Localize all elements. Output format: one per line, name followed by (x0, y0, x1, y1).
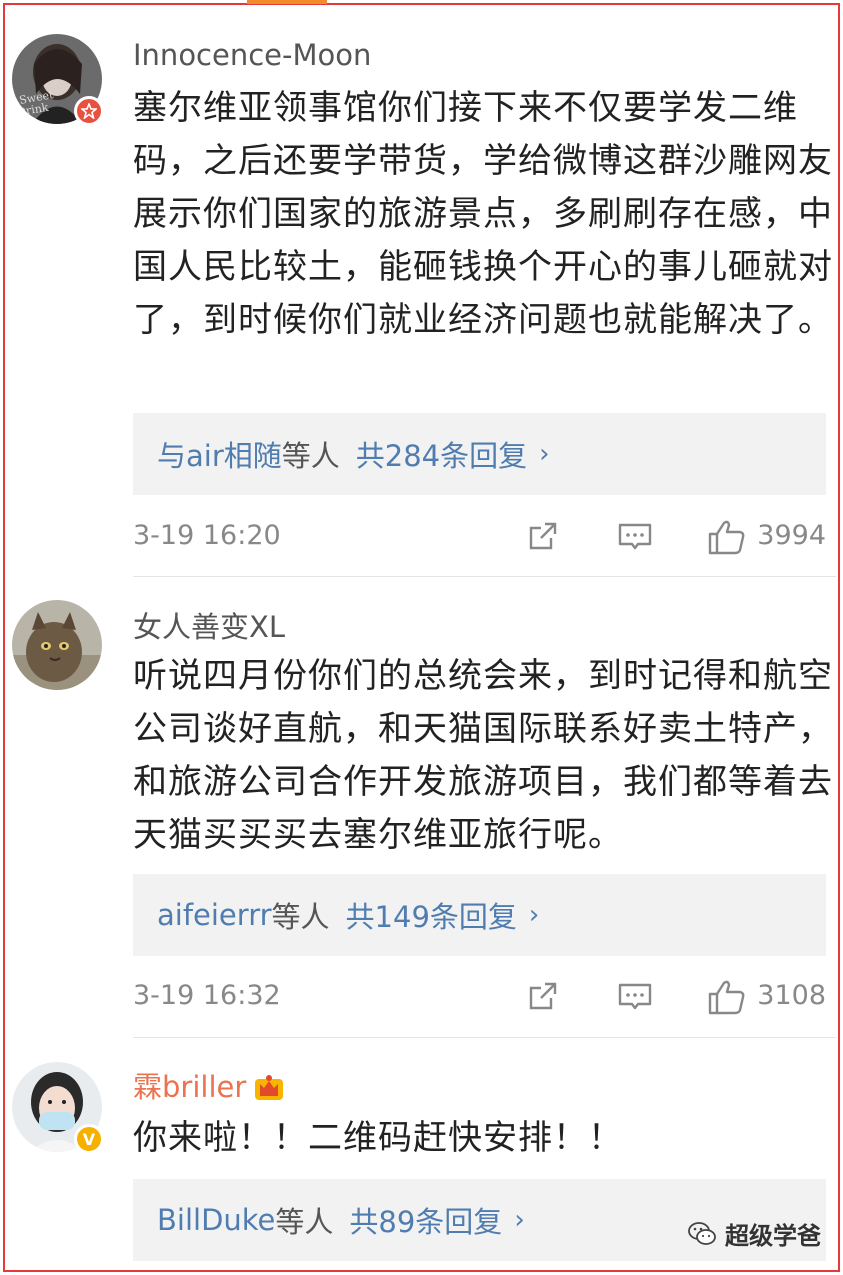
red-star-badge-icon (74, 96, 104, 126)
like-icon[interactable] (707, 978, 747, 1016)
wechat-icon (688, 1221, 716, 1245)
timestamp: 3-19 16:20 (133, 520, 281, 551)
username-text: 霖briller (133, 1070, 247, 1104)
comment-text: 听说四月份你们的总统会来，到时记得和航空公司谈好直航，和天猫国际联系好卖土特产，… (133, 656, 833, 855)
comment-icon[interactable] (617, 978, 653, 1014)
replies-summary[interactable]: aifeierrr 等人 共149条回复 › (133, 874, 826, 956)
avatar[interactable]: V (12, 1062, 104, 1154)
like-count: 3108 (757, 980, 826, 1011)
reply-users-link[interactable]: 与air相随 (157, 433, 282, 475)
vip-crown-icon (255, 1075, 284, 1100)
watermark: 超级学爸 (687, 1216, 821, 1251)
avatar[interactable] (12, 600, 102, 690)
avatar[interactable]: Sweet Drink (12, 34, 104, 126)
reply-count-link[interactable]: 共284条回复 (356, 433, 527, 475)
comment-meta: 3-19 16:20 3994 (133, 518, 826, 558)
share-icon[interactable] (525, 978, 561, 1014)
reply-users-suffix: 等人 (281, 439, 340, 473)
reply-count-link[interactable]: 共89条回复 (349, 1199, 502, 1241)
reply-users-link[interactable]: aifeierrr (157, 898, 272, 932)
username[interactable]: 霖briller (133, 1064, 284, 1106)
reply-users-link[interactable]: BillDuke (157, 1203, 275, 1237)
yellow-verified-v-icon: V (74, 1124, 104, 1154)
comment-text: 塞尔维亚领事馆你们接下来不仅要学发二维码，之后还要学带货，学给微博这群沙雕网友展… (133, 88, 833, 340)
comment-meta: 3-19 16:32 3108 (133, 978, 826, 1018)
chevron-right-icon: › (539, 439, 550, 469)
comment-text: 你来啦！！二维码赶快安排！！ (133, 1118, 623, 1158)
like-icon[interactable] (707, 518, 747, 556)
comment-icon[interactable] (617, 518, 653, 554)
reply-users-suffix: 等人 (271, 900, 330, 934)
username[interactable]: 女人善变XL (133, 604, 285, 646)
username[interactable]: Innocence-Moon (133, 38, 371, 72)
divider (133, 576, 836, 577)
reply-users-suffix: 等人 (275, 1205, 334, 1239)
watermark-text: 超级学爸 (725, 1222, 821, 1250)
divider (133, 1037, 836, 1038)
replies-summary[interactable]: 与air相随 等人 共284条回复 › (133, 413, 826, 495)
tab-indicator (247, 0, 327, 4)
chevron-right-icon: › (514, 1205, 525, 1235)
reply-count-link[interactable]: 共149条回复 (346, 894, 517, 936)
timestamp: 3-19 16:32 (133, 980, 281, 1011)
chevron-right-icon: › (528, 900, 540, 930)
like-count: 3994 (757, 520, 826, 551)
share-icon[interactable] (525, 518, 561, 554)
